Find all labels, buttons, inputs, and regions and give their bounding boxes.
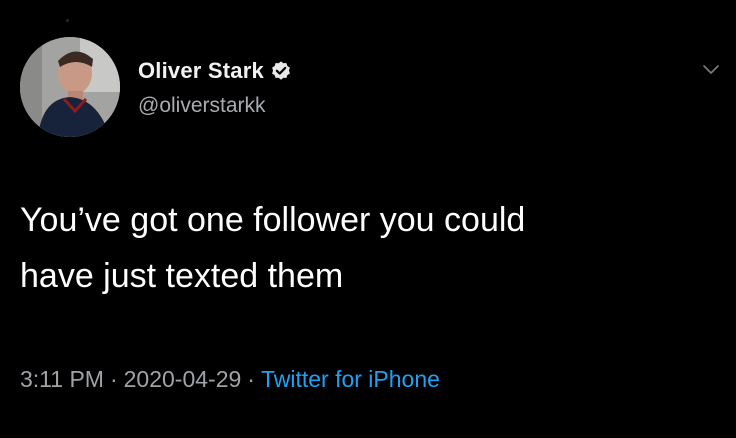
- tweet-card: Oliver Stark @oliverstarkk You’ve got on…: [0, 0, 736, 438]
- tweet-text-line-1: You’ve got one follower you could: [20, 201, 526, 239]
- decorative-dot: [66, 19, 69, 22]
- tweet-text-line-2: have just texted them: [20, 257, 344, 295]
- verified-badge-icon: [272, 61, 290, 80]
- author-handle[interactable]: @oliverstarkk: [138, 94, 266, 118]
- tweet-meta: 3:11 PM · 2020-04-29 · Twitter for iPhone: [20, 366, 440, 393]
- tweet-time[interactable]: 3:11 PM: [20, 366, 104, 392]
- author-display-name[interactable]: Oliver Stark: [138, 58, 264, 84]
- meta-separator: ·: [109, 366, 118, 392]
- tweet-source-link[interactable]: Twitter for iPhone: [261, 366, 440, 392]
- avatar[interactable]: [20, 37, 120, 137]
- chevron-down-icon[interactable]: [699, 57, 723, 81]
- tweet-text: You’ve got one follower you could have j…: [20, 192, 710, 304]
- profile-photo-icon: [20, 37, 120, 137]
- tweet-date[interactable]: 2020-04-29: [124, 366, 242, 392]
- author-name-row[interactable]: Oliver Stark: [138, 58, 292, 84]
- meta-separator: ·: [247, 366, 255, 392]
